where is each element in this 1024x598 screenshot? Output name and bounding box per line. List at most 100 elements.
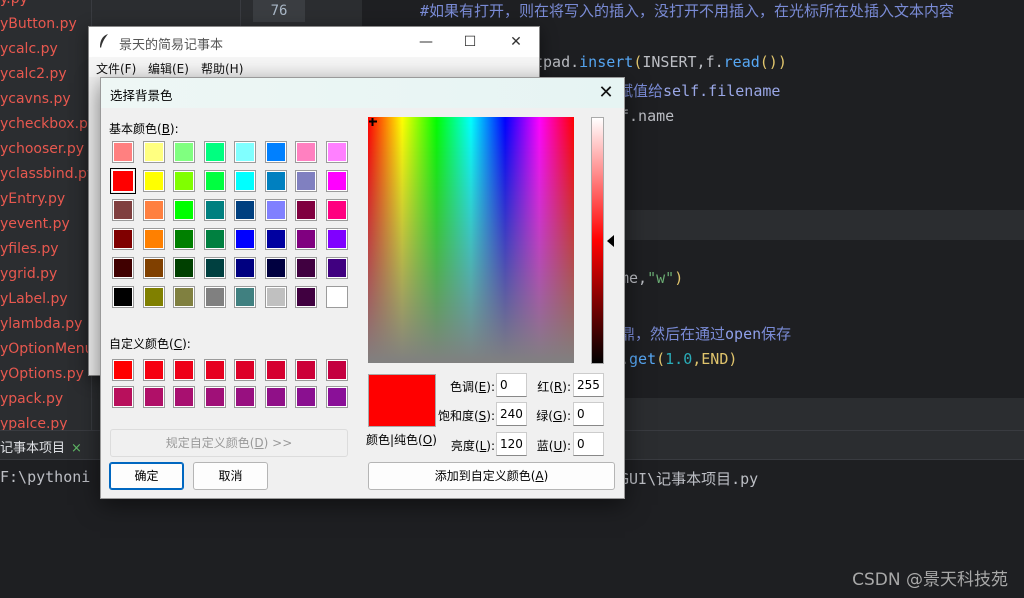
color-swatch[interactable] bbox=[234, 257, 256, 279]
menu-help[interactable]: 帮助(H) bbox=[201, 60, 243, 77]
color-swatch[interactable] bbox=[142, 359, 165, 381]
color-swatch[interactable] bbox=[142, 141, 165, 163]
luminosity-slider[interactable] bbox=[591, 117, 604, 364]
file-tree-item[interactable]: yEntry.py bbox=[0, 187, 91, 212]
color-swatch[interactable] bbox=[234, 228, 256, 250]
close-button[interactable]: ✕ bbox=[594, 80, 618, 106]
file-tree-item[interactable]: yLabel.py bbox=[0, 287, 91, 312]
ok-button[interactable]: 确定 bbox=[109, 462, 184, 490]
color-swatch[interactable] bbox=[203, 359, 226, 381]
file-tree-item[interactable]: ycheckbox.py bbox=[0, 112, 91, 137]
color-swatch[interactable] bbox=[325, 141, 348, 163]
color-swatch[interactable] bbox=[173, 228, 195, 250]
color-swatch[interactable] bbox=[234, 199, 256, 221]
file-tree-item[interactable]: ycavns.py bbox=[0, 87, 91, 112]
add-to-custom-colors-button[interactable]: 添加到自定义颜色(A) bbox=[368, 462, 615, 490]
color-swatch[interactable] bbox=[325, 170, 348, 192]
color-spectrum[interactable] bbox=[368, 117, 574, 363]
file-tree-item[interactable]: ypalce.py bbox=[0, 412, 91, 430]
color-swatch[interactable] bbox=[234, 286, 256, 308]
color-swatch[interactable] bbox=[173, 141, 195, 163]
file-tree-item[interactable]: ycalc2.py bbox=[0, 62, 91, 87]
file-tree-item[interactable]: yevent.py bbox=[0, 212, 91, 237]
menu-file[interactable]: 文件(F) bbox=[96, 60, 136, 77]
color-swatch[interactable] bbox=[325, 199, 348, 221]
color-swatch[interactable] bbox=[203, 286, 226, 308]
color-swatch[interactable] bbox=[173, 199, 195, 221]
color-swatch[interactable] bbox=[203, 386, 226, 408]
color-swatch[interactable] bbox=[112, 257, 134, 279]
color-swatch[interactable] bbox=[203, 257, 226, 279]
color-swatch[interactable] bbox=[203, 170, 226, 192]
file-tree-item[interactable]: ycalc.py bbox=[0, 37, 91, 62]
cancel-button[interactable]: 取消 bbox=[193, 462, 268, 490]
file-tree-item[interactable]: y.py bbox=[0, 0, 91, 12]
menu-edit[interactable]: 编辑(E) bbox=[148, 60, 189, 77]
file-tree-item[interactable]: ychooser.py bbox=[0, 137, 91, 162]
color-swatch[interactable] bbox=[142, 286, 165, 308]
color-swatch[interactable] bbox=[295, 199, 317, 221]
color-swatch[interactable] bbox=[173, 386, 195, 408]
color-swatch[interactable] bbox=[264, 228, 287, 250]
color-swatch[interactable] bbox=[110, 168, 136, 194]
color-swatch[interactable] bbox=[295, 286, 317, 308]
color-swatch[interactable] bbox=[295, 257, 317, 279]
color-swatch[interactable] bbox=[234, 170, 256, 192]
color-swatch[interactable] bbox=[112, 386, 134, 408]
color-swatch[interactable] bbox=[325, 286, 348, 308]
file-tree-item[interactable]: yclassbind.py bbox=[0, 162, 91, 187]
file-tree-item[interactable]: ylambda.py bbox=[0, 312, 91, 337]
red-input[interactable]: 255 bbox=[573, 373, 604, 397]
color-swatch[interactable] bbox=[325, 386, 348, 408]
color-swatch[interactable] bbox=[325, 257, 348, 279]
color-swatch[interactable] bbox=[264, 199, 287, 221]
color-swatch[interactable] bbox=[264, 257, 287, 279]
minimize-button[interactable]: — bbox=[403, 27, 449, 57]
color-swatch[interactable] bbox=[295, 386, 317, 408]
dialog-titlebar[interactable]: 选择背景色 ✕ bbox=[101, 78, 624, 108]
color-swatch[interactable] bbox=[203, 141, 226, 163]
file-tree-item[interactable]: yOptions.py bbox=[0, 362, 91, 387]
blue-input[interactable]: 0 bbox=[573, 432, 604, 456]
color-swatch[interactable] bbox=[203, 199, 226, 221]
color-swatch[interactable] bbox=[142, 228, 165, 250]
green-input[interactable]: 0 bbox=[573, 402, 604, 426]
file-tree-item[interactable]: yfiles.py bbox=[0, 237, 91, 262]
define-custom-colors-button[interactable]: 规定自定义颜色(D) >> bbox=[110, 429, 348, 457]
saturation-input[interactable]: 240 bbox=[496, 402, 527, 426]
color-swatch[interactable] bbox=[142, 170, 165, 192]
color-swatch[interactable] bbox=[264, 286, 287, 308]
close-icon[interactable]: × bbox=[71, 441, 82, 456]
color-swatch[interactable] bbox=[234, 141, 256, 163]
color-swatch[interactable] bbox=[173, 257, 195, 279]
color-swatch[interactable] bbox=[112, 141, 134, 163]
file-tree-item[interactable]: yButton.py bbox=[0, 12, 91, 37]
close-button[interactable]: ✕ bbox=[493, 27, 539, 57]
color-swatch[interactable] bbox=[295, 228, 317, 250]
color-swatch[interactable] bbox=[295, 359, 317, 381]
color-swatch[interactable] bbox=[325, 359, 348, 381]
color-swatch[interactable] bbox=[142, 199, 165, 221]
color-swatch[interactable] bbox=[173, 359, 195, 381]
notepad-titlebar[interactable]: 景天的简易记事本 — ☐ ✕ bbox=[89, 27, 539, 57]
color-swatch[interactable] bbox=[325, 228, 348, 250]
color-solid-label[interactable]: 颜色|纯色(O) bbox=[366, 431, 437, 448]
file-tree-item[interactable]: ypack.py bbox=[0, 387, 91, 412]
file-tree-item[interactable]: ygrid.py bbox=[0, 262, 91, 287]
color-swatch[interactable] bbox=[112, 228, 134, 250]
color-swatch[interactable] bbox=[234, 359, 256, 381]
color-swatch[interactable] bbox=[173, 170, 195, 192]
color-swatch[interactable] bbox=[264, 170, 287, 192]
color-swatch[interactable] bbox=[295, 170, 317, 192]
hue-input[interactable]: 0 bbox=[496, 373, 527, 397]
color-swatch[interactable] bbox=[112, 199, 134, 221]
color-swatch[interactable] bbox=[112, 359, 134, 381]
color-swatch[interactable] bbox=[203, 228, 226, 250]
maximize-button[interactable]: ☐ bbox=[447, 27, 493, 57]
color-swatch[interactable] bbox=[234, 386, 256, 408]
color-swatch[interactable] bbox=[142, 257, 165, 279]
color-swatch[interactable] bbox=[264, 359, 287, 381]
color-swatch[interactable] bbox=[173, 286, 195, 308]
color-swatch[interactable] bbox=[264, 386, 287, 408]
color-swatch[interactable] bbox=[112, 286, 134, 308]
